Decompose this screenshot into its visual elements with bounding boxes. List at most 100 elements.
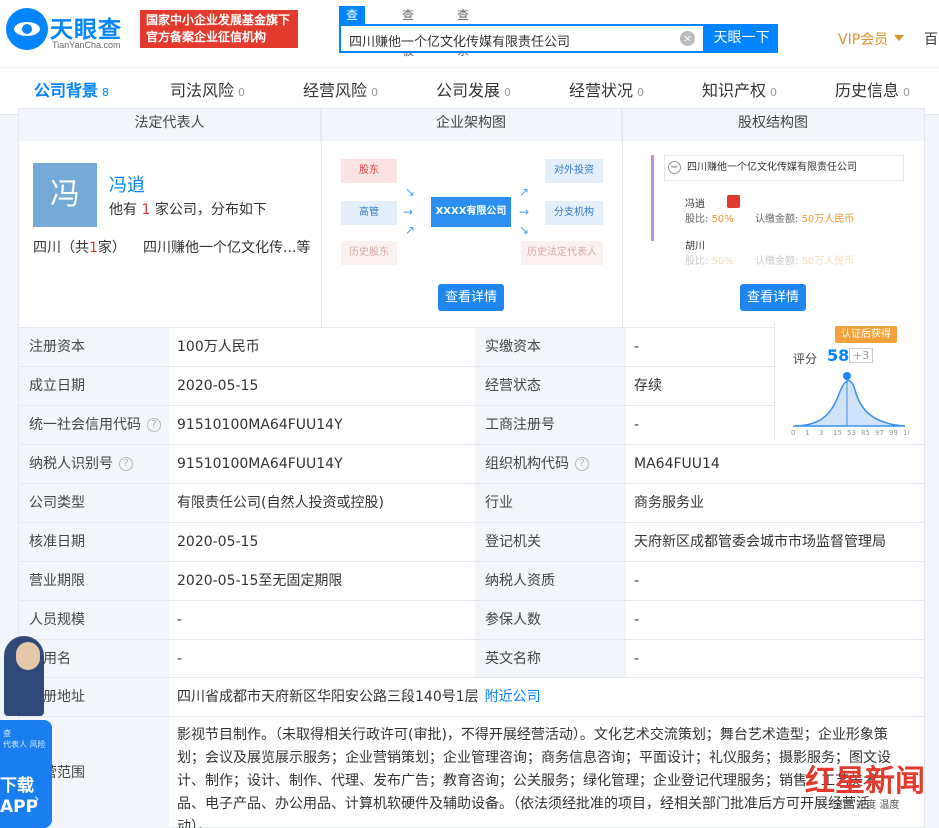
equity-detail-button[interactable]: 查看详情 <box>740 284 806 311</box>
field-label: 参保人数 <box>475 601 626 639</box>
field-label-text: 实缴资本 <box>485 339 541 355</box>
field-label-text: 英文名称 <box>485 651 541 667</box>
equity-header: 股权结构图 <box>622 109 924 141</box>
info-row: 公司类型 有限责任公司(自然人投资或控股) 行业 商务服务业 <box>19 483 924 522</box>
score-axis-label: 1 <box>805 429 809 436</box>
help-icon[interactable]: ? <box>147 418 161 432</box>
field-label-text: 注册资本 <box>29 339 85 355</box>
address-text: 四川省成都市天府新区华阳安公路三段140号1层 <box>177 689 479 705</box>
field-value: MA64FUU14 <box>634 456 720 472</box>
loc-count: 1 <box>89 240 98 256</box>
score-axis-label: 85 <box>861 429 870 436</box>
field-label-text: 公司类型 <box>29 495 85 511</box>
legal-rep-location[interactable]: 四川（共1家） <box>33 237 126 257</box>
field-label: 成立日期 <box>19 367 169 405</box>
node-branch: 分支机构 <box>545 201 603 225</box>
desc-post: 家公司，分布如下 <box>154 202 267 218</box>
clear-icon[interactable]: × <box>680 31 695 46</box>
amount-label: 认缴金额: <box>755 214 799 225</box>
watermark-slogan: 深度 态度 温度 <box>833 800 900 811</box>
promo-small-1: 查 <box>3 729 11 738</box>
logo-domain: TianYanCha.com <box>52 40 121 50</box>
help-icon[interactable]: ? <box>119 457 133 471</box>
watermark: 红星新闻 深度 态度 温度 <box>805 756 935 816</box>
badge-line1: 国家中小企业发展基金旗下 <box>146 13 291 27</box>
field-label: 英文名称 <box>475 640 626 678</box>
score-axis-label: 100 <box>903 429 909 436</box>
score-label: 评分 <box>793 352 818 366</box>
field-label: 工商注册号 <box>475 406 626 444</box>
equity-person1[interactable]: 冯逍 <box>685 195 705 210</box>
search-tab-boss[interactable]: 查老板 <box>402 6 414 58</box>
field-value: - <box>634 573 640 589</box>
field-label-text: 登记机关 <box>485 534 541 550</box>
search-tab-relation[interactable]: 查关系 <box>457 6 469 58</box>
address-value: 四川省成都市天府新区华阳安公路三段140号1层 附近公司 <box>169 678 924 716</box>
node-investment: 对外投资 <box>545 159 603 183</box>
search-input[interactable]: 四川赚他一个亿文化传媒有限责任公司 <box>349 31 570 50</box>
scope-value: 影视节目制作。（未取得相关行政许可(审批)，不得开展经营活动）。文化艺术交流策划… <box>177 727 891 828</box>
face-icon <box>16 642 40 670</box>
app-promo[interactable]: 查代表人 风险 下载 APP › <box>0 636 52 828</box>
vip-link[interactable]: VIP会员 <box>838 29 888 49</box>
header-extra[interactable]: 百 <box>924 29 938 49</box>
field-value: 91510100MA64FUU14Y <box>177 417 343 433</box>
equity-person2[interactable]: 胡川 <box>685 237 705 252</box>
promo-small-text: 查代表人 风险 <box>3 728 46 750</box>
help-icon[interactable]: ? <box>575 457 589 471</box>
info-row: 人员规模 - 参保人数 - <box>19 600 924 639</box>
field-label: 营业期限 <box>19 562 169 600</box>
score-curve: 0 1 3 15 53 85 97 99 100 <box>791 372 909 436</box>
ratio-label: 股比: <box>685 256 709 267</box>
field-label-text: 人员规模 <box>29 612 85 628</box>
ratio-value: 50% <box>711 214 734 225</box>
field-label-text: 参保人数 <box>485 612 541 628</box>
field-label-text: 纳税人识别号 <box>29 456 113 472</box>
tab-count: 0 <box>238 86 246 99</box>
nearby-company-link[interactable]: 附近公司 <box>485 689 541 705</box>
field-label: 经营状态 <box>475 367 626 405</box>
score-axis-label: 99 <box>889 429 898 436</box>
watermark-logo: 红星新闻 <box>805 764 925 799</box>
structure-detail-button[interactable]: 查看详情 <box>438 284 504 311</box>
badge-line2: 官方备案企业征信机构 <box>146 30 267 44</box>
field-label: 注册资本 <box>19 328 169 366</box>
tab-label: 知识产权 <box>702 81 767 100</box>
logo-text: 天眼查 <box>50 17 122 43</box>
chevron-down-icon[interactable] <box>894 35 904 41</box>
search-box[interactable]: 四川赚他一个亿文化传媒有限责任公司 × <box>339 24 705 53</box>
column-divider <box>622 109 623 327</box>
field-label-text: 统一社会信用代码 <box>29 417 141 433</box>
equity-company[interactable]: 四川赚他一个亿文化传媒有限责任公司 <box>664 155 904 181</box>
legal-rep-company[interactable]: 四川赚他一个亿文化传...等 <box>143 237 310 257</box>
field-label-text: 纳税人资质 <box>485 573 555 589</box>
tab-count: 0 <box>371 86 379 99</box>
field-label: 实缴资本 <box>475 328 626 366</box>
score-axis-label: 53 <box>847 429 856 436</box>
search-button[interactable]: 天眼一下 <box>705 24 778 53</box>
legal-rep-name[interactable]: 冯逍 <box>109 171 145 197</box>
field-label: 统一社会信用代码? <box>19 406 169 444</box>
field-label-text: 核准日期 <box>29 534 85 550</box>
desc-pre: 他有 <box>109 202 137 218</box>
ratio-label: 股比: <box>685 214 709 225</box>
search-tab-company[interactable]: 查公司 <box>339 6 366 58</box>
score-widget[interactable]: 认证后获得 评分 58 +3 0 1 3 15 53 85 97 99 100 <box>774 322 924 439</box>
info-row: 纳税人识别号? 91510100MA64FUU14Y 组织机构代码? MA64FUU1… <box>19 444 924 483</box>
desc-count: 1 <box>141 202 151 218</box>
field-label-text: 经营状态 <box>485 378 541 394</box>
equity-amount1: 认缴金额: 50万人民币 <box>755 210 854 225</box>
amount-value: 50万人民币 <box>801 256 855 267</box>
promo-big-2: APP <box>0 797 39 817</box>
node-executive: 高管 <box>341 201 397 225</box>
node-center-company: XXXX有限公司 <box>431 197 511 227</box>
column-divider <box>321 109 322 327</box>
download-panel[interactable]: 查代表人 风险 下载 APP › <box>0 720 52 828</box>
arrow-icon: → <box>519 205 530 219</box>
collapse-icon[interactable]: − <box>668 161 681 174</box>
logo[interactable]: 天眼查 TianYanCha.com <box>6 8 128 52</box>
arrow-icon: → <box>403 205 414 219</box>
node-shareholder: 股东 <box>341 159 397 183</box>
field-label: 公司类型 <box>19 484 169 522</box>
field-value: 商务服务业 <box>634 495 704 511</box>
